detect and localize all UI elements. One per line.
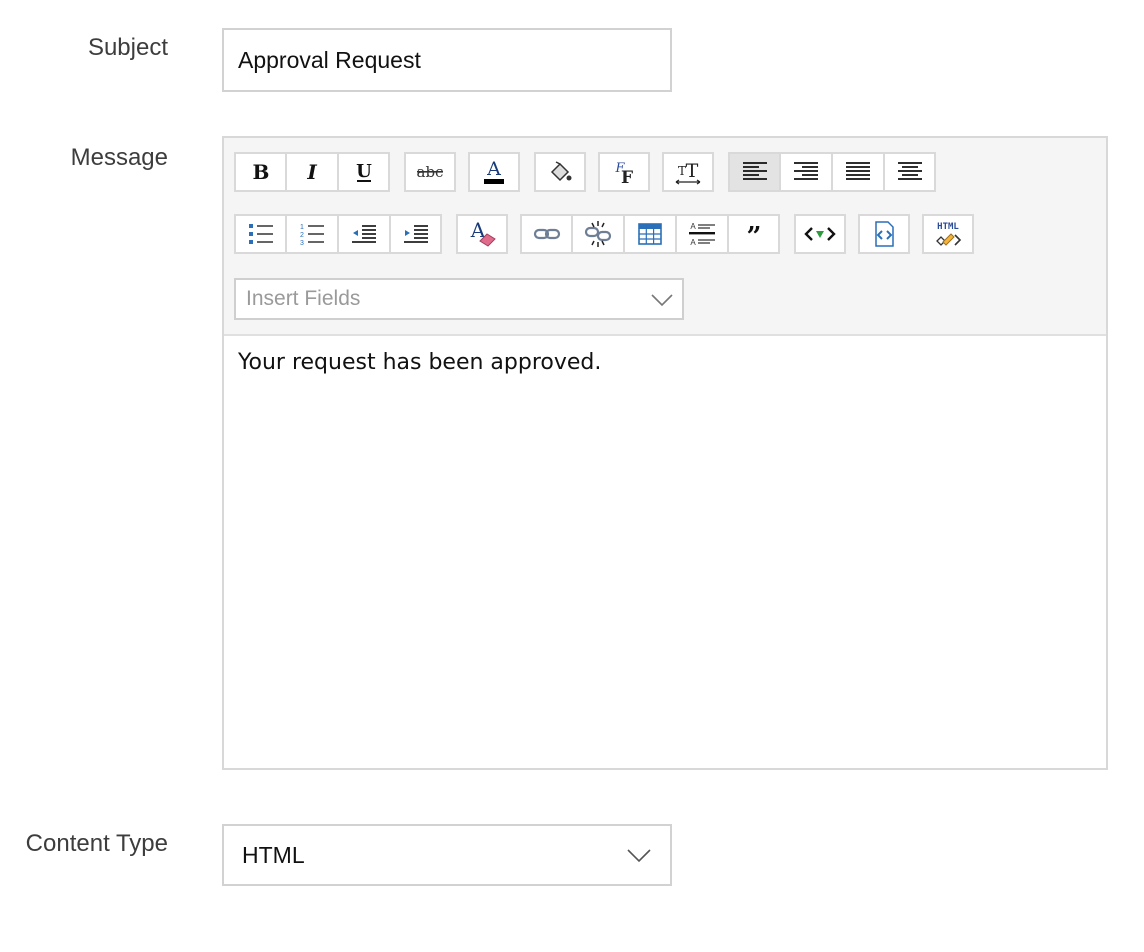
font-family-group: FF (598, 152, 650, 192)
insert-group: AA ” (520, 214, 780, 254)
strikethrough-button[interactable]: abc (404, 152, 456, 192)
content-type-value: HTML (242, 842, 305, 868)
strikethrough-icon: abc (417, 163, 444, 181)
unlink-icon (584, 221, 612, 247)
bg-color-group (534, 152, 586, 192)
justify-button[interactable] (832, 152, 884, 192)
svg-text:I: I (306, 160, 317, 184)
embed-code-icon (804, 227, 836, 241)
font-family-button[interactable]: FF (598, 152, 650, 192)
strike-group: abc (404, 152, 456, 192)
svg-text:A: A (690, 238, 696, 247)
insert-fields-placeholder: Insert Fields (246, 287, 361, 310)
chevron-down-icon (651, 294, 673, 307)
italic-button[interactable]: I (286, 152, 338, 192)
link-button[interactable] (520, 214, 572, 254)
content-type-label: Content Type (25, 830, 168, 857)
font-family-icon: FF (614, 161, 633, 186)
embed-code-button[interactable] (794, 214, 846, 254)
line-spacing-button[interactable]: AA (676, 214, 728, 254)
link-icon (533, 228, 560, 240)
indent-icon (403, 225, 428, 243)
html-source-button[interactable]: HTML (922, 214, 974, 254)
background-color-icon (550, 161, 572, 182)
insert-html-group (858, 214, 910, 254)
html-source-group: HTML (922, 214, 974, 254)
svg-text:U: U (356, 161, 372, 182)
align-right-icon (794, 162, 818, 180)
line-spacing-icon: AA (689, 222, 715, 247)
blockquote-button[interactable]: ” (728, 214, 780, 254)
bulleted-list-button[interactable] (234, 214, 286, 254)
font-color-icon: A (484, 158, 504, 184)
bulleted-list-icon (248, 224, 273, 244)
font-size-icon: TT (675, 160, 701, 185)
font-size-group: TT (662, 152, 714, 192)
text-style-group: B I U (234, 152, 390, 192)
list-group: 123 (234, 214, 442, 254)
align-left-button[interactable] (728, 152, 780, 192)
chevron-down-icon (627, 849, 651, 863)
subject-label: Subject (87, 34, 168, 61)
bold-button[interactable]: B (234, 152, 286, 192)
svg-text:HTML: HTML (937, 222, 959, 232)
svg-text:B: B (252, 160, 269, 184)
svg-text:”: ” (746, 223, 761, 245)
font-size-button[interactable]: TT (662, 152, 714, 192)
embed-group (794, 214, 846, 254)
message-body[interactable]: Your request has been approved. (238, 350, 1088, 375)
bold-icon: B (252, 160, 269, 184)
svg-text:F: F (621, 168, 633, 186)
insert-html-button[interactable] (858, 214, 910, 254)
table-button[interactable] (624, 214, 676, 254)
numbered-list-icon: 123 (300, 224, 324, 247)
svg-text:3: 3 (300, 240, 304, 247)
indent-button[interactable] (390, 214, 442, 254)
underline-button[interactable]: U (338, 152, 390, 192)
align-right-button[interactable] (780, 152, 832, 192)
editor-toolbar: B I U abc A FF T T 1 2 3 A A A ” HTML In… (224, 138, 1106, 336)
outdent-button[interactable] (338, 214, 390, 254)
table-icon (638, 223, 662, 245)
outdent-icon (352, 225, 376, 243)
insert-fields-dropdown[interactable]: Insert Fields (234, 278, 684, 320)
align-center-icon (897, 162, 922, 180)
unlink-button[interactable] (572, 214, 624, 254)
alignment-group (728, 152, 936, 192)
font-color-button[interactable]: A (468, 152, 520, 192)
align-left-icon (742, 162, 767, 180)
content-type-select[interactable]: HTML (222, 824, 672, 886)
insert-html-icon (875, 221, 894, 247)
justify-icon (846, 162, 870, 180)
background-color-button[interactable] (534, 152, 586, 192)
clear-format-icon: A (470, 219, 496, 247)
message-label: Message (70, 144, 168, 171)
svg-text:A: A (486, 158, 501, 180)
rich-text-editor: B I U abc A FF T T 1 2 3 A A A ” HTML In… (222, 136, 1108, 770)
italic-icon: I (306, 160, 317, 184)
svg-text:T: T (686, 160, 699, 182)
svg-text:2: 2 (300, 232, 304, 239)
svg-text:A: A (690, 222, 696, 231)
underline-icon: U (356, 161, 372, 182)
svg-text:1: 1 (300, 224, 304, 231)
blockquote-icon: ” (746, 223, 761, 245)
clear-format-button[interactable]: A (456, 214, 508, 254)
font-color-group: A (468, 152, 520, 192)
html-source-icon: HTML (936, 222, 962, 246)
subject-input[interactable] (222, 28, 672, 92)
numbered-list-button[interactable]: 123 (286, 214, 338, 254)
align-center-button[interactable] (884, 152, 936, 192)
clear-format-group: A (456, 214, 508, 254)
